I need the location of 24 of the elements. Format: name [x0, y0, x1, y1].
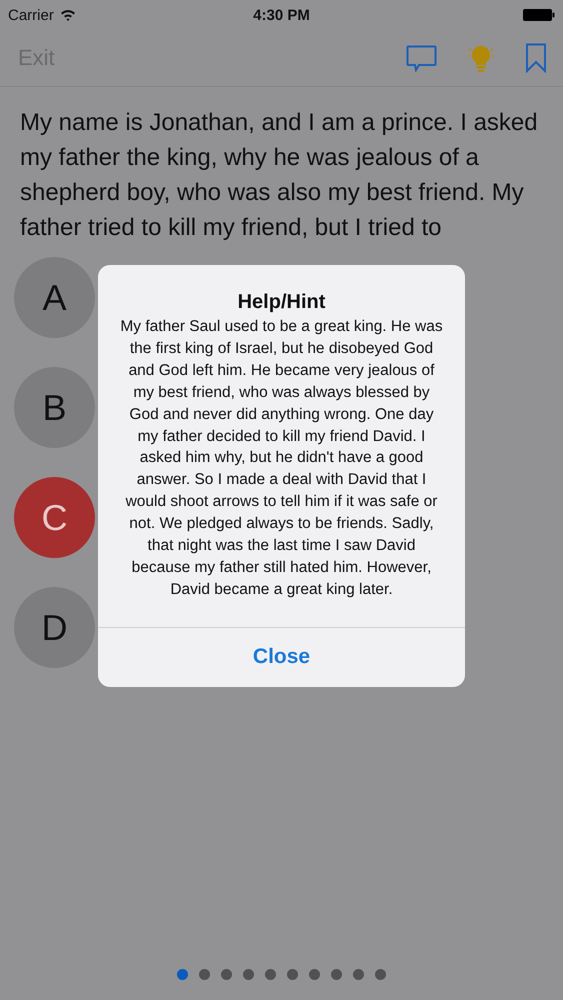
- dialog-title: Help/Hint: [236, 291, 326, 314]
- bookmark-icon[interactable]: [525, 43, 547, 73]
- close-button[interactable]: Close: [98, 626, 465, 687]
- dialog-text: My father Saul used to be a great king. He was the first king of Israel, but he disobeyed God and God left him. He became very jealous of my best friend, who was always blessed by God and never did anything wrong. One day my father decided to kill my friend David. I asked him why, but he didn't have a good answer. So I made a deal with David that I would shoot arrows to tell him if it was safe or not. We pledged always to be friends. Sadly, that night was the last time I saw David because my father still hated him. However, David became a great king later.: [119, 317, 444, 600]
- page-dot[interactable]: [375, 969, 386, 980]
- page-dot[interactable]: [221, 969, 232, 980]
- page-dot[interactable]: [353, 969, 364, 980]
- wifi-icon: [60, 9, 76, 21]
- page-dot[interactable]: [243, 969, 254, 980]
- page-dot[interactable]: [199, 969, 210, 980]
- chat-icon[interactable]: [406, 44, 437, 72]
- answer-button[interactable]: A: [14, 257, 95, 338]
- page-dot[interactable]: [265, 969, 276, 980]
- page-dot[interactable]: [309, 969, 320, 980]
- question-text: My name is Jonathan, and I am a prince. I asked my father the king, why he was jealous of a shepherd boy, who was also my best friend. My father tried to kill my friend, but I tried to: [19, 108, 539, 243]
- page-dot[interactable]: [177, 969, 188, 980]
- answer-button[interactable]: D: [14, 587, 95, 668]
- answer-button[interactable]: B: [14, 367, 95, 448]
- status-time: 4:30 PM: [253, 6, 310, 24]
- answer-button[interactable]: C: [14, 477, 95, 558]
- battery-icon: [523, 9, 555, 21]
- carrier-name: Carrier: [8, 6, 54, 24]
- page-dot[interactable]: [287, 969, 298, 980]
- page-dot[interactable]: [331, 969, 342, 980]
